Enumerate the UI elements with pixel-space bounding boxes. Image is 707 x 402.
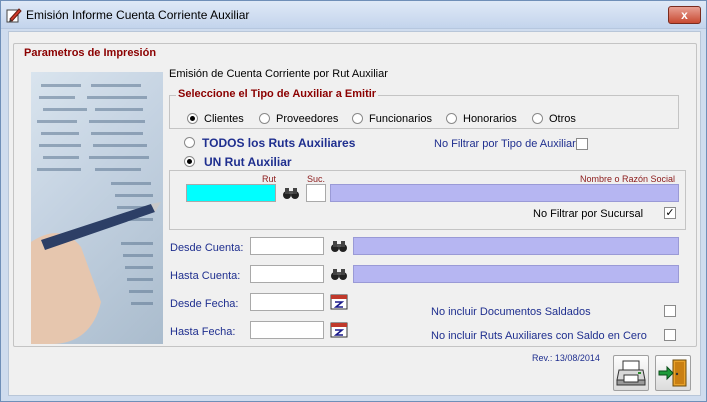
no-saldados-label: No incluir Documentos Saldados (431, 306, 591, 318)
no-filtrar-tipo-label: No Filtrar por Tipo de Auxiliar (434, 138, 576, 150)
parametros-legend: Parametros de Impresión (22, 47, 159, 59)
binoculars-icon[interactable] (330, 238, 348, 254)
binoculars-icon[interactable] (282, 185, 300, 201)
tipo-auxiliar-legend: Seleccione el Tipo de Auxiliar a Emitir (176, 88, 379, 100)
printer-icon (616, 360, 646, 386)
nombre-label: Nombre o Razón Social (580, 174, 676, 184)
hasta-cuenta-descripcion (353, 265, 679, 283)
client-area: Parametros de Impresión Emisión de Cuent… (8, 31, 701, 396)
report-subtitle: Emisión de Cuenta Corriente por Rut Auxi… (169, 68, 388, 80)
nombre-razon-social-input[interactable] (330, 184, 679, 202)
desde-cuenta-label: Desde Cuenta: (170, 242, 244, 254)
no-filtrar-tipo-checkbox[interactable] (576, 138, 588, 150)
revision-label: Rev.: 13/08/2014 (532, 353, 600, 363)
calendar-icon[interactable] (330, 294, 348, 310)
parametros-group: Parametros de Impresión Emisión de Cuent… (13, 43, 697, 347)
exit-button[interactable] (655, 355, 691, 391)
desde-fecha-input[interactable] (250, 293, 324, 311)
window-title: Emisión Informe Cuenta Corriente Auxilia… (26, 8, 250, 22)
radio-honorarios[interactable] (446, 113, 457, 124)
radio-honorarios-label[interactable]: Honorarios (463, 113, 517, 125)
radio-proveedores[interactable] (259, 113, 270, 124)
hasta-cuenta-input[interactable] (250, 265, 324, 283)
un-rut-label[interactable]: UN Rut Auxiliar (202, 155, 294, 169)
radio-funcionarios[interactable] (352, 113, 363, 124)
radio-clientes-label[interactable]: Clientes (204, 113, 244, 125)
binoculars-icon[interactable] (330, 266, 348, 282)
sucursal-input[interactable] (306, 184, 326, 202)
rut-input[interactable] (186, 184, 276, 202)
app-pencil-icon (6, 8, 22, 23)
exit-door-icon (658, 359, 687, 387)
no-saldados-checkbox[interactable] (664, 305, 676, 317)
decorative-photo (31, 72, 163, 344)
close-button[interactable]: x (668, 6, 701, 24)
radio-todos-ruts[interactable] (184, 137, 195, 148)
radio-otros-label[interactable]: Otros (549, 113, 576, 125)
hasta-fecha-label: Hasta Fecha: (170, 326, 236, 338)
title-bar: Emisión Informe Cuenta Corriente Auxilia… (1, 1, 706, 29)
suc-label: Suc. (307, 174, 326, 184)
todos-ruts-label[interactable]: TODOS los Ruts Auxiliares (202, 136, 355, 150)
radio-funcionarios-label[interactable]: Funcionarios (369, 113, 432, 125)
calendar-icon[interactable] (330, 322, 348, 338)
rut-label: Rut (262, 174, 277, 184)
hasta-fecha-input[interactable] (250, 321, 324, 339)
desde-fecha-label: Desde Fecha: (170, 298, 239, 310)
no-saldo-cero-checkbox[interactable] (664, 329, 676, 341)
radio-otros[interactable] (532, 113, 543, 124)
desde-cuenta-input[interactable] (250, 237, 324, 255)
desde-cuenta-descripcion (353, 237, 679, 255)
spreadsheet-pen-image (31, 84, 161, 344)
app-window: Emisión Informe Cuenta Corriente Auxilia… (0, 0, 707, 402)
no-saldo-cero-label: No incluir Ruts Auxiliares con Saldo en … (431, 330, 647, 342)
radio-proveedores-label[interactable]: Proveedores (276, 113, 338, 125)
hasta-cuenta-label: Hasta Cuenta: (170, 270, 241, 282)
radio-un-rut[interactable] (184, 156, 195, 167)
no-filtrar-sucursal-label: No Filtrar por Sucursal (533, 208, 644, 220)
no-filtrar-sucursal-checkbox[interactable]: ✓ (664, 207, 676, 219)
print-button[interactable] (613, 355, 649, 391)
radio-clientes[interactable] (187, 113, 198, 124)
